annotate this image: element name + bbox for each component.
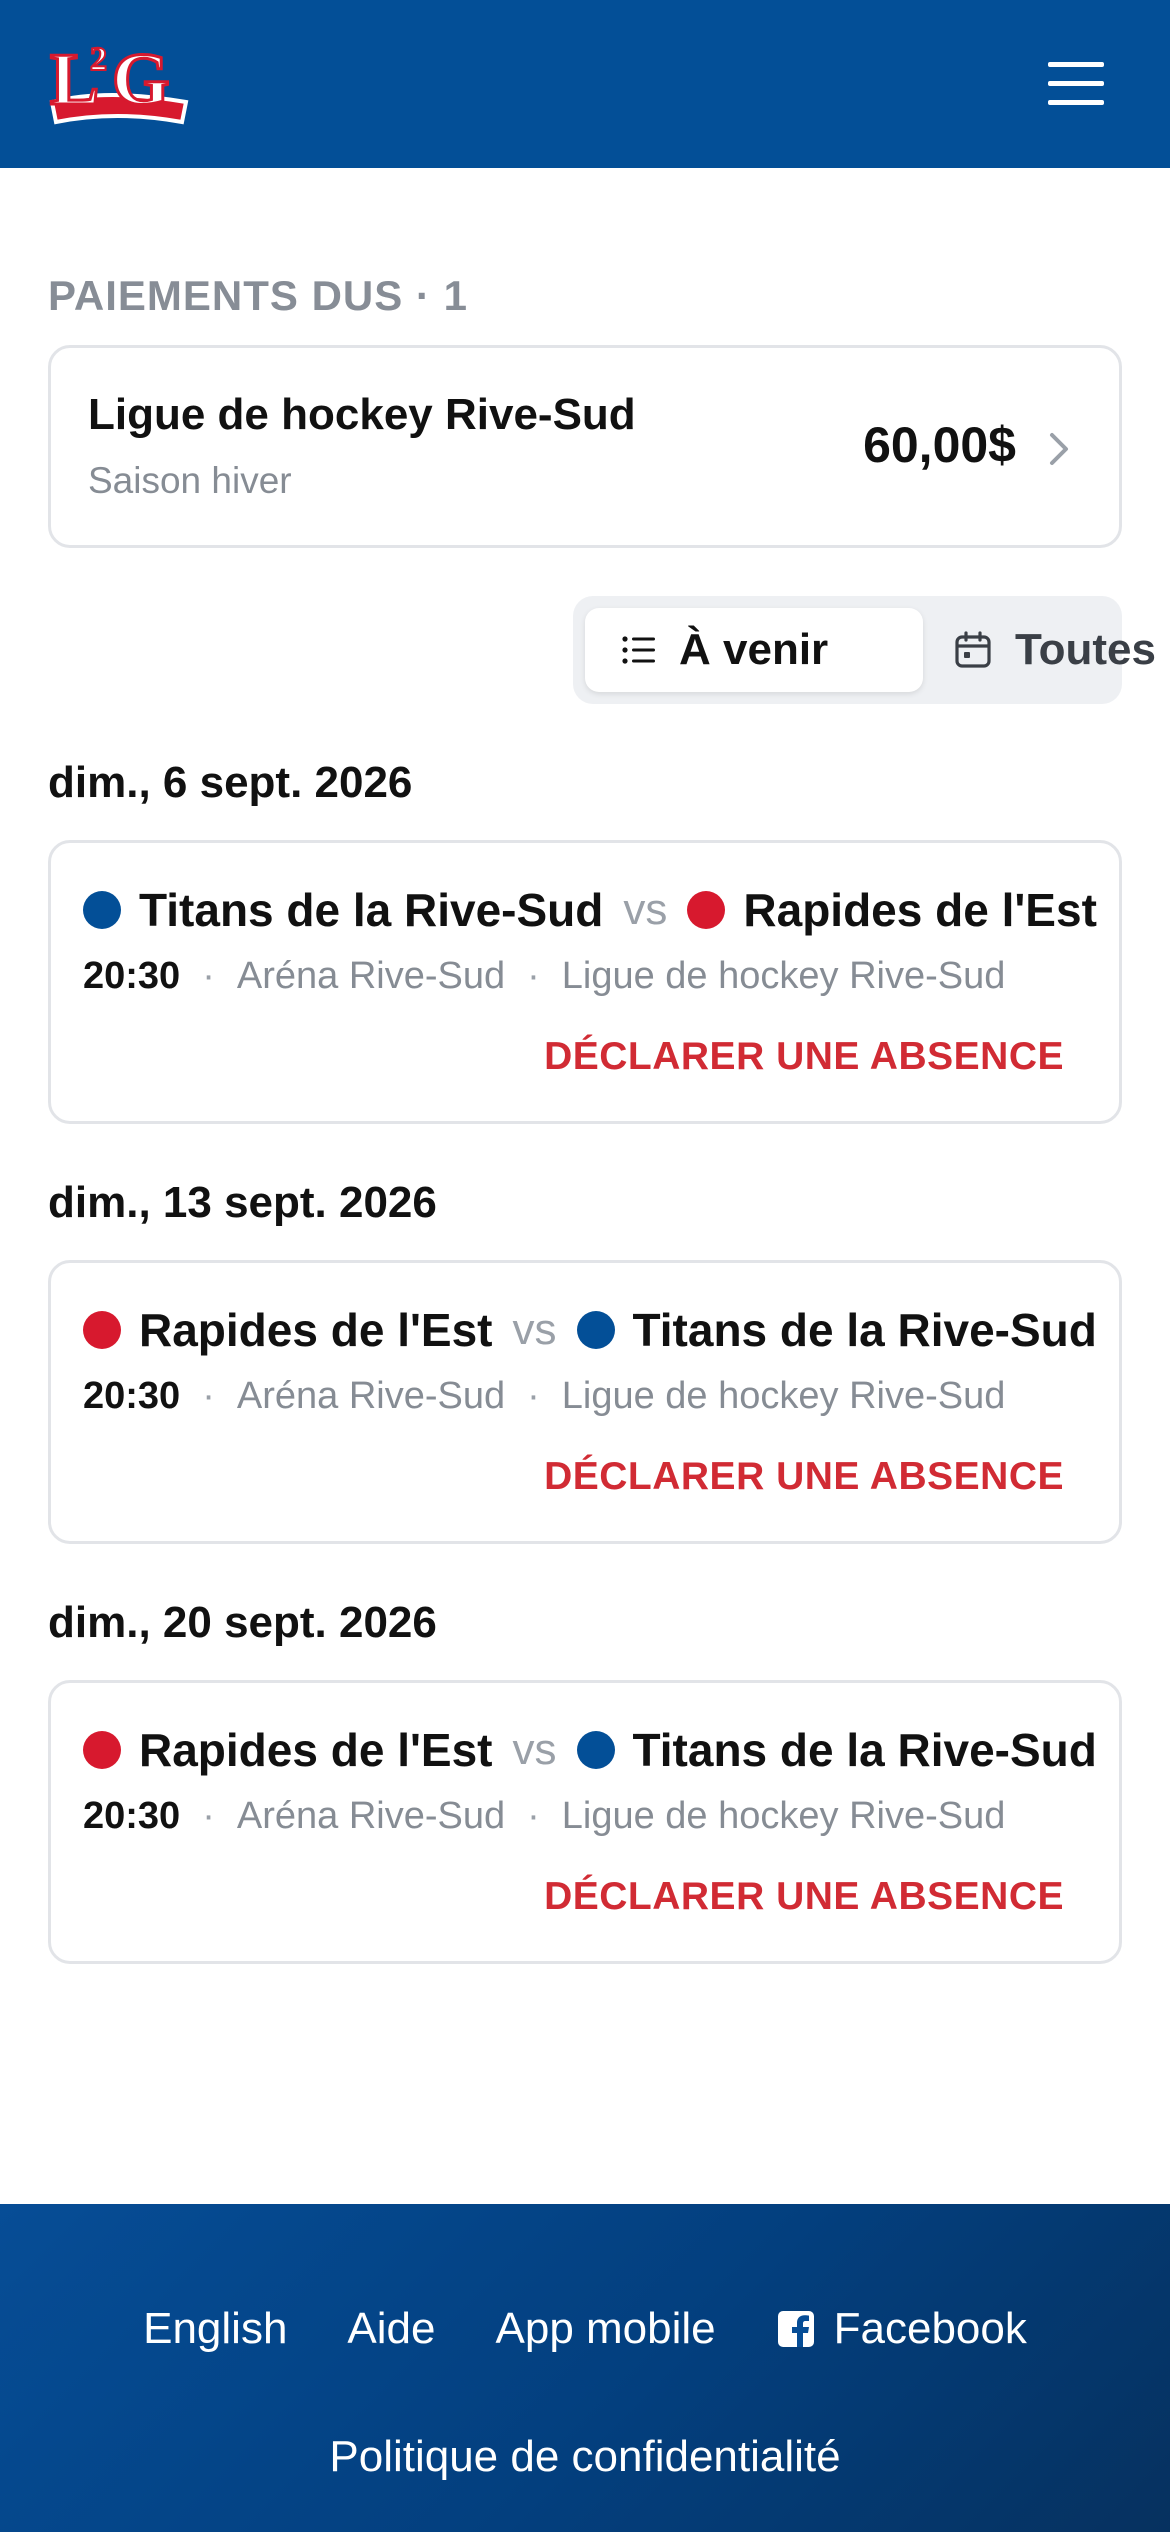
declare-absence-button[interactable]: DÉCLARER UNE ABSENCE xyxy=(544,1035,1064,1079)
filter-all-button[interactable]: Toutes xyxy=(923,608,1156,692)
home-team-name: Titans de la Rive-Sud xyxy=(139,884,604,936)
game-meta: 20:30 · Aréna Rive-Sud · Ligue de hockey… xyxy=(83,1795,1005,1838)
declare-absence-button[interactable]: DÉCLARER UNE ABSENCE xyxy=(544,1875,1064,1919)
away-team-name: Titans de la Rive-Sud xyxy=(632,1724,1097,1776)
facebook-link-label: Facebook xyxy=(833,2304,1027,2353)
home-team-color-dot xyxy=(83,891,121,929)
game-arena: Aréna Rive-Sud xyxy=(236,1795,506,1837)
filter-upcoming-label: À venir xyxy=(679,625,829,674)
away-team-color-dot xyxy=(576,1311,615,1349)
game-teams: Rapides de l'Est vs Titans de la Rive-Su… xyxy=(83,1299,1097,1361)
footer-link-english[interactable]: English xyxy=(143,2304,287,2354)
game-arena: Aréna Rive-Sud xyxy=(236,1375,506,1417)
meta-separator: · xyxy=(527,1795,540,1837)
game-meta: 20:30 · Aréna Rive-Sud · Ligue de hockey… xyxy=(83,1375,1005,1418)
site-footer: English Aide App mobile Facebook Politiq… xyxy=(0,2204,1170,2532)
game-time: 20:30 xyxy=(83,1375,181,1417)
facebook-icon xyxy=(777,2311,814,2347)
away-team-color-dot xyxy=(576,1731,615,1769)
game-date-heading: dim., 13 sept. 2026 xyxy=(48,1178,437,1227)
game-league: Ligue de hockey Rive-Sud xyxy=(561,955,1006,997)
svg-text:2: 2 xyxy=(90,41,107,78)
game-arena: Aréna Rive-Sud xyxy=(236,955,506,997)
footer-links: English Aide App mobile Facebook xyxy=(0,2304,1170,2354)
meta-separator: · xyxy=(527,1375,540,1417)
home-team-name: Rapides de l'Est xyxy=(139,1304,493,1356)
away-team-name: Rapides de l'Est xyxy=(743,884,1097,936)
payment-amount: 60,00$ xyxy=(863,417,1016,473)
list-icon xyxy=(622,636,655,664)
footer-link-mobile-app[interactable]: App mobile xyxy=(496,2304,716,2354)
home-team-name: Rapides de l'Est xyxy=(139,1724,493,1776)
game-time: 20:30 xyxy=(83,1795,181,1837)
l2g-logo[interactable]: L 2 G xyxy=(46,30,196,130)
filter-upcoming-button[interactable]: À venir xyxy=(585,608,923,692)
game-league: Ligue de hockey Rive-Sud xyxy=(561,1375,1006,1417)
versus-label: vs xyxy=(512,1725,557,1774)
payments-section-label: PAIEMENTS DUS · 1 xyxy=(48,272,468,319)
home-team-color-dot xyxy=(83,1731,121,1769)
payment-subtitle: Saison hiver xyxy=(88,460,292,501)
game-date-heading: dim., 6 sept. 2026 xyxy=(48,758,413,807)
game-teams: Titans de la Rive-Sud vs Rapides de l'Es… xyxy=(83,879,1097,941)
meta-separator: · xyxy=(202,955,215,997)
game-meta: 20:30 · Aréna Rive-Sud · Ligue de hockey… xyxy=(83,955,1005,998)
svg-text:G: G xyxy=(112,39,170,121)
chevron-right-icon xyxy=(1050,433,1068,465)
app-header: L 2 G xyxy=(0,0,1170,168)
game-card[interactable]: Titans de la Rive-Sud vs Rapides de l'Es… xyxy=(48,840,1122,1124)
game-card[interactable]: Rapides de l'Est vs Titans de la Rive-Su… xyxy=(48,1680,1122,1964)
meta-separator: · xyxy=(202,1795,215,1837)
game-teams: Rapides de l'Est vs Titans de la Rive-Su… xyxy=(83,1719,1097,1781)
footer-link-privacy[interactable]: Politique de confidentialité xyxy=(0,2432,1170,2482)
footer-link-facebook[interactable]: Facebook xyxy=(776,2304,1027,2354)
filter-all-label: Toutes xyxy=(1015,625,1156,674)
game-filter-toggle: À venir Toutes xyxy=(573,596,1156,704)
game-card[interactable]: Rapides de l'Est vs Titans de la Rive-Su… xyxy=(48,1260,1122,1544)
game-time: 20:30 xyxy=(83,955,181,997)
away-team-name: Titans de la Rive-Sud xyxy=(632,1304,1097,1356)
versus-label: vs xyxy=(623,885,668,934)
versus-label: vs xyxy=(512,1305,557,1354)
meta-separator: · xyxy=(527,955,540,997)
game-league: Ligue de hockey Rive-Sud xyxy=(561,1795,1006,1837)
away-team-color-dot xyxy=(687,891,726,929)
hamburger-icon[interactable] xyxy=(1048,62,1104,106)
declare-absence-button[interactable]: DÉCLARER UNE ABSENCE xyxy=(544,1455,1064,1499)
game-date-heading: dim., 20 sept. 2026 xyxy=(48,1598,437,1647)
home-team-color-dot xyxy=(83,1311,121,1349)
payment-title: Ligue de hockey Rive-Sud xyxy=(88,390,636,439)
meta-separator: · xyxy=(202,1375,215,1417)
logo-icon: L 2 G xyxy=(49,38,189,125)
calendar-icon xyxy=(955,631,991,668)
payment-card[interactable]: Ligue de hockey Rive-Sud Saison hiver 60… xyxy=(48,345,1122,548)
footer-link-help[interactable]: Aide xyxy=(347,2304,435,2354)
